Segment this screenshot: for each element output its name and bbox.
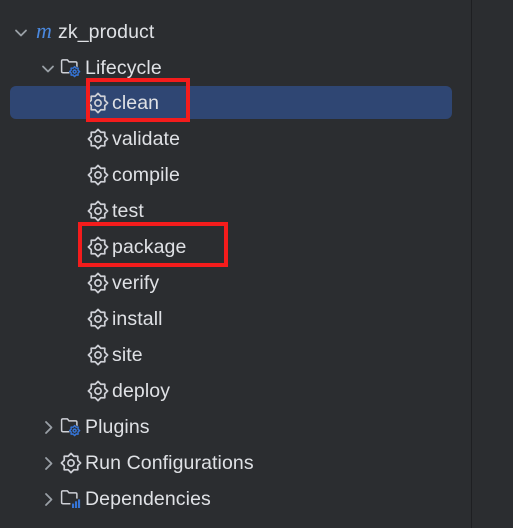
gear-icon	[59, 445, 83, 481]
tree-row-site[interactable]: site	[0, 337, 471, 373]
chevron-right-icon[interactable]	[37, 445, 59, 481]
tree-row-validate[interactable]: validate	[0, 121, 471, 157]
panel-divider	[471, 0, 472, 528]
tree-row-label: verify	[112, 272, 160, 294]
gear-icon	[86, 229, 110, 265]
maven-module-icon: m	[22, 518, 46, 528]
gear-icon	[86, 301, 110, 337]
tree-row-install[interactable]: install	[0, 301, 471, 337]
tree-row-label: validate	[112, 128, 181, 150]
tree-row-zk_product[interactable]: m zk_product	[0, 14, 471, 50]
tree-row-label: deploy	[112, 380, 171, 402]
tree-row-label: zk_product	[58, 21, 155, 43]
tree-row-lifecycle[interactable]: Lifecycle	[0, 50, 471, 86]
tree-row-label: zkteco-product-bl-lib (root)	[48, 518, 278, 528]
gear-icon	[86, 265, 110, 301]
chevron-right-icon[interactable]	[37, 481, 59, 517]
tree-row-compile[interactable]: compile	[0, 157, 471, 193]
tree-row-label: Dependencies	[85, 488, 211, 510]
tree-row-dependencies[interactable]: Dependencies	[0, 481, 471, 517]
tree-row-verify[interactable]: verify	[0, 265, 471, 301]
tree-row-label: site	[112, 344, 143, 366]
chevron-down-icon[interactable]	[37, 50, 59, 86]
gear-icon	[86, 157, 110, 193]
gear-icon	[86, 193, 110, 229]
folder-gear-icon	[59, 409, 83, 445]
tree-row-deploy[interactable]: deploy	[0, 373, 471, 409]
maven-tool-window: m pl.zkteco.prj.product m zkteco-product…	[0, 0, 513, 528]
maven-module-icon: m	[32, 14, 56, 50]
gear-icon	[86, 85, 110, 121]
tree-row-run-configurations[interactable]: Run Configurations	[0, 445, 471, 481]
tree-row-label: clean	[112, 92, 160, 114]
maven-project-tree[interactable]: m pl.zkteco.prj.product m zkteco-product…	[0, 0, 471, 528]
tree-row-package[interactable]: package	[0, 229, 471, 265]
tree-row-label: Lifecycle	[85, 57, 162, 79]
tree-row-label: install	[112, 308, 163, 330]
gear-icon	[86, 337, 110, 373]
gear-icon	[86, 373, 110, 409]
gear-icon	[86, 121, 110, 157]
folder-chart-icon	[59, 481, 83, 517]
folder-gear-icon	[59, 50, 83, 86]
chevron-right-icon[interactable]	[37, 409, 59, 445]
tree-row-test[interactable]: test	[0, 193, 471, 229]
tree-row-label: test	[112, 200, 144, 222]
maven-module-icon: m	[22, 0, 46, 6]
tree-row-label: package	[112, 236, 187, 258]
chevron-down-icon[interactable]	[10, 14, 32, 50]
maven-m-glyph: m	[26, 524, 42, 528]
tree-row-plugins[interactable]: Plugins	[0, 409, 471, 445]
tree-row-clipped-top[interactable]: m pl.zkteco.prj.product	[0, 0, 471, 6]
maven-m-glyph: m	[36, 18, 52, 43]
tree-row-clipped-bottom[interactable]: m zkteco-product-bl-lib (root)	[0, 518, 471, 528]
tree-row-label: pl.zkteco.prj.product	[48, 0, 225, 6]
tree-row-clean[interactable]: clean	[0, 85, 471, 121]
tree-row-label: Plugins	[85, 416, 150, 438]
tree-row-label: Run Configurations	[85, 452, 254, 474]
tree-row-label: compile	[112, 164, 180, 186]
